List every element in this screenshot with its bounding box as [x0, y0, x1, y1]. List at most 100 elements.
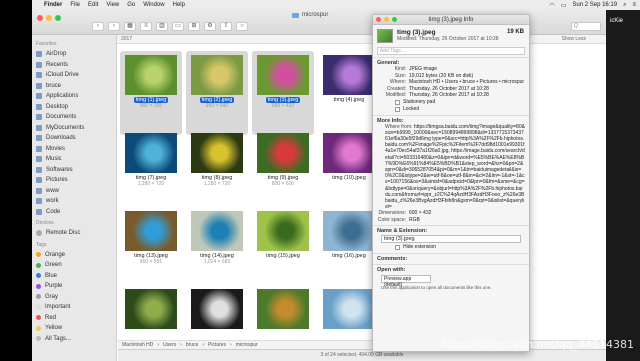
name-extension-input[interactable]: timg (3).jpeg: [381, 235, 521, 244]
share-icon[interactable]: ⇧: [220, 22, 232, 31]
sidebar-tag-item[interactable]: Gray: [36, 292, 112, 303]
sidebar-item[interactable]: Recents: [36, 60, 112, 71]
sidebar-item[interactable]: work: [36, 196, 112, 207]
minimize-button[interactable]: [46, 15, 52, 21]
file-item[interactable]: timg (13).jpeg 900 × 591: [120, 207, 182, 291]
spotlight-icon[interactable]: ⌕: [623, 2, 626, 9]
sidebar-device-item[interactable]: Remote Disc: [36, 228, 112, 239]
forward-button[interactable]: ›: [108, 22, 120, 31]
file-item[interactable]: timg (7).jpeg 1,280 × 720: [120, 129, 182, 213]
sidebar-item[interactable]: Desktop: [36, 102, 112, 113]
sidebar-tag-item[interactable]: Orange: [36, 250, 112, 261]
menu-app-name[interactable]: Finder: [44, 2, 62, 8]
image-thumbnail[interactable]: [191, 289, 243, 329]
menu-clock[interactable]: Sun 2 Sep 16:19: [572, 2, 617, 8]
sidebar-tag-item[interactable]: Red: [36, 313, 112, 324]
image-thumbnail[interactable]: [191, 211, 243, 251]
image-thumbnail[interactable]: [257, 211, 309, 251]
name-extension-toggle[interactable]: Name & Extension:: [377, 228, 525, 234]
menu-go[interactable]: Go: [127, 2, 135, 8]
sidebar-item[interactable]: Downloads: [36, 133, 112, 144]
image-thumbnail[interactable]: [257, 55, 309, 95]
wifi-icon[interactable]: ◠: [549, 2, 554, 9]
file-item[interactable]: timg (10).jpeg: [318, 129, 380, 213]
sidebar-item[interactable]: Applications: [36, 91, 112, 102]
path-segment[interactable]: microspur: [236, 342, 258, 348]
icon-view-button[interactable]: ▦: [124, 22, 136, 31]
sidebar-item[interactable]: Movies: [36, 144, 112, 155]
path-segment[interactable]: Macintosh HD: [122, 342, 153, 348]
path-segment[interactable]: Pictures: [208, 342, 226, 348]
image-thumbnail[interactable]: [323, 289, 375, 329]
close-button[interactable]: [37, 15, 43, 21]
checkbox-box[interactable]: [395, 106, 400, 112]
hide-extension-checkbox[interactable]: Hide extension: [395, 244, 525, 251]
info-zoom-button[interactable]: [392, 17, 397, 22]
file-item[interactable]: timg (8).jpeg 1,280 × 720: [186, 129, 248, 213]
notification-center-icon[interactable]: ≡: [632, 2, 636, 8]
file-item[interactable]: timg (16).jpeg: [318, 207, 380, 291]
sidebar-item[interactable]: iCloud Drive: [36, 70, 112, 81]
file-name[interactable]: timg (4).jpeg: [334, 97, 365, 103]
search-field[interactable]: Q: [571, 22, 601, 31]
sidebar-item[interactable]: MyDocuments: [36, 123, 112, 134]
checkbox-box[interactable]: [395, 245, 400, 251]
file-item[interactable]: timg (1).jpeg 960 × 255: [120, 51, 182, 135]
info-minimize-button[interactable]: [384, 17, 389, 22]
file-name[interactable]: timg (15).jpeg: [266, 253, 300, 259]
sidebar-tag-item[interactable]: Purple: [36, 281, 112, 292]
file-item[interactable]: timg (9).jpeg 800 × 600: [252, 129, 314, 213]
menu-edit[interactable]: Edit: [88, 2, 98, 8]
comments-toggle[interactable]: Comments:: [377, 256, 525, 262]
open-with-select[interactable]: Preview.app (default): [381, 275, 431, 288]
file-item[interactable]: timg (15).jpeg: [252, 207, 314, 291]
stationery-checkbox[interactable]: Stationery pad: [395, 99, 525, 106]
sidebar-item[interactable]: Softwares: [36, 165, 112, 176]
menu-file[interactable]: File: [70, 2, 80, 8]
add-tags-field[interactable]: Add Tags...: [377, 47, 525, 55]
image-thumbnail[interactable]: [125, 55, 177, 95]
image-thumbnail[interactable]: [323, 211, 375, 251]
image-thumbnail[interactable]: [323, 133, 375, 173]
file-item[interactable]: timg (14).jpeg 1,024 × 683: [186, 207, 248, 291]
menu-help[interactable]: Help: [173, 2, 185, 8]
path-segment[interactable]: bruce: [186, 342, 199, 348]
image-thumbnail[interactable]: [125, 133, 177, 173]
sidebar-item[interactable]: Music: [36, 154, 112, 165]
sidebar-tag-item[interactable]: Yellow: [36, 323, 112, 334]
file-name[interactable]: timg (16).jpeg: [332, 253, 366, 259]
menu-view[interactable]: View: [106, 2, 119, 8]
tag-button[interactable]: ○: [236, 22, 248, 31]
image-thumbnail[interactable]: [125, 289, 177, 329]
sidebar-tag-item[interactable]: Important: [36, 302, 112, 313]
sidebar-item[interactable]: Documents: [36, 112, 112, 123]
image-thumbnail[interactable]: [257, 133, 309, 173]
path-segment[interactable]: Users: [163, 342, 176, 348]
action-gear-icon[interactable]: ⚙: [204, 22, 216, 31]
sidebar-item[interactable]: bruce: [36, 81, 112, 92]
info-close-button[interactable]: [376, 17, 381, 22]
image-thumbnail[interactable]: [257, 289, 309, 329]
show-less-link[interactable]: Show Less: [562, 36, 586, 42]
battery-icon[interactable]: ▭: [561, 2, 567, 9]
image-thumbnail[interactable]: [125, 211, 177, 251]
back-button[interactable]: ‹: [92, 22, 104, 31]
locked-checkbox[interactable]: Locked: [395, 106, 525, 113]
column-view-button[interactable]: ▥: [156, 22, 168, 31]
sidebar-tag-item[interactable]: All Tags...: [36, 334, 112, 345]
sidebar-tag-item[interactable]: Green: [36, 260, 112, 271]
image-thumbnail[interactable]: [191, 133, 243, 173]
group-button[interactable]: ⊞: [188, 22, 200, 31]
sidebar-item[interactable]: AirDrop: [36, 49, 112, 60]
checkbox-box[interactable]: [395, 99, 400, 105]
image-thumbnail[interactable]: [191, 55, 243, 95]
file-item[interactable]: timg (2).jpeg 960 × 640: [186, 51, 248, 135]
file-name[interactable]: timg (10).jpeg: [332, 175, 366, 181]
file-item[interactable]: timg (4).jpeg: [318, 51, 380, 135]
gallery-view-button[interactable]: ▭: [172, 22, 184, 31]
menu-window[interactable]: Window: [143, 2, 164, 8]
zoom-button[interactable]: [55, 15, 61, 21]
sidebar-item[interactable]: www: [36, 186, 112, 197]
file-item[interactable]: timg (3).jpeg 660 × 432: [252, 51, 314, 135]
list-view-button[interactable]: ≡: [140, 22, 152, 31]
